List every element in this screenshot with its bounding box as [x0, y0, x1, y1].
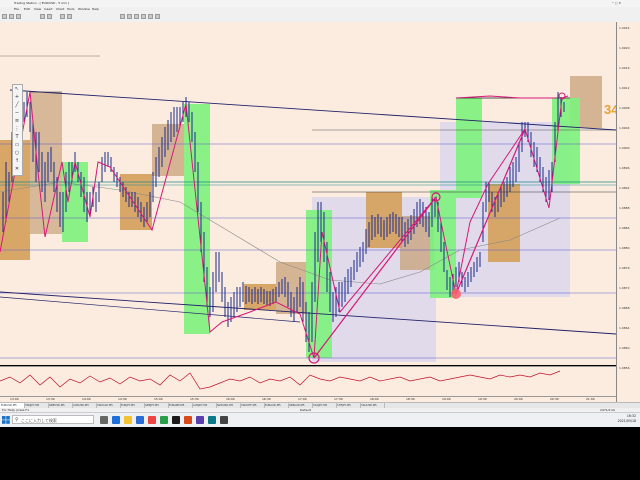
bar-counter: 34: [604, 102, 616, 117]
h1-timeframe-icon[interactable]: [141, 14, 146, 19]
price-label: 1.0892: [619, 186, 630, 190]
price-label: 1.0872: [619, 286, 630, 290]
price-label: 1.0876: [619, 266, 630, 270]
bull-zone: [430, 190, 456, 298]
indicator-line: [0, 370, 561, 390]
price-label: 1.0924: [619, 26, 630, 30]
hline-tool-icon[interactable]: ─: [14, 110, 20, 116]
bull-zone: [456, 98, 482, 198]
rectangle-tool-icon[interactable]: ▭: [14, 142, 20, 148]
price-label: 1.0884: [619, 226, 630, 230]
windows-start-icon[interactable]: [2, 416, 10, 424]
crosshair-tool-icon[interactable]: +: [14, 94, 20, 100]
drawing-tools-panel: ↖ + ╱ ─ ≡ ⋮ T ▭ ○ ↑ ✕: [12, 84, 23, 176]
clock-date: 2021/05/18: [617, 419, 636, 423]
supply-zone: [30, 92, 62, 234]
taskbar: ⚲ ここに入力して検索 16:32 2021/05/18: [0, 412, 640, 427]
app-icon[interactable]: [184, 416, 192, 424]
price-label: 1.0860: [619, 346, 630, 350]
price-label: 1.0856: [619, 366, 630, 370]
new-chart-icon[interactable]: [2, 14, 7, 19]
channel-tool-icon[interactable]: ≡: [14, 118, 20, 124]
text-tool-icon[interactable]: T: [14, 134, 20, 140]
store-icon[interactable]: [136, 416, 144, 424]
ellipse-tool-icon[interactable]: ○: [14, 150, 20, 156]
chart-drawing: [0, 55, 616, 364]
price-label: 1.0916: [619, 66, 630, 70]
app-icon[interactable]: [220, 416, 228, 424]
price-label: 1.0888: [619, 206, 630, 210]
bull-zone: [552, 98, 580, 184]
zoom-in-icon[interactable]: [40, 14, 45, 19]
search-placeholder: ここに入力して検索: [21, 418, 57, 423]
window-controls[interactable]: ─ ▢ ✕: [612, 1, 621, 6]
open-icon[interactable]: [9, 14, 14, 19]
fibo-tool-icon[interactable]: ⋮: [14, 126, 20, 132]
system-tray[interactable]: 16:32 2021/05/18: [618, 414, 636, 424]
trendline-icon[interactable]: [67, 14, 72, 19]
price-axis: 1.0924 1.0920 1.0916 1.0912 1.0908 1.090…: [616, 22, 640, 402]
price-label: 1.0912: [619, 86, 630, 90]
m15-timeframe-icon[interactable]: [134, 14, 139, 19]
search-icon: ⚲: [15, 417, 19, 423]
m1-timeframe-icon[interactable]: [120, 14, 125, 19]
price-label: 1.0920: [619, 46, 630, 50]
trading-app-icon[interactable]: [172, 416, 180, 424]
price-label: 1.0900: [619, 146, 630, 150]
task-view-icon[interactable]: [100, 416, 108, 424]
price-label: 1.0880: [619, 246, 630, 250]
save-icon[interactable]: [16, 14, 21, 19]
pivot-circle: [451, 289, 461, 299]
arrow-tool-icon[interactable]: ↑: [14, 158, 20, 164]
price-label: 1.0864: [619, 326, 630, 330]
price-label: 1.0868: [619, 306, 630, 310]
file-explorer-icon[interactable]: [124, 416, 132, 424]
edge-icon[interactable]: [112, 416, 120, 424]
app-icon[interactable]: [196, 416, 204, 424]
crosshair-icon[interactable]: [60, 14, 65, 19]
m5-timeframe-icon[interactable]: [127, 14, 132, 19]
indicator-drawing: [0, 370, 561, 390]
app-icon[interactable]: [160, 416, 168, 424]
h4-timeframe-icon[interactable]: [148, 14, 153, 19]
cursor-icon[interactable]: ↖: [14, 86, 20, 92]
price-chart[interactable]: 34: [0, 22, 616, 365]
indicator-window[interactable]: [0, 366, 616, 397]
window-title: Trading Station - [ EUR/USD , 5 min ]: [14, 1, 69, 5]
app-icon[interactable]: [148, 416, 156, 424]
eraser-tool-icon[interactable]: ✕: [14, 166, 20, 172]
price-label: 1.0896: [619, 166, 630, 170]
line-tool-icon[interactable]: ╱: [14, 102, 20, 108]
taskbar-search-input[interactable]: ⚲ ここに入力して検索: [12, 415, 94, 424]
d1-timeframe-icon[interactable]: [155, 14, 160, 19]
app-icon[interactable]: [208, 416, 216, 424]
price-label: 1.0904: [619, 126, 630, 130]
price-label: 1.0908: [619, 106, 630, 110]
zoom-out-icon[interactable]: [47, 14, 52, 19]
